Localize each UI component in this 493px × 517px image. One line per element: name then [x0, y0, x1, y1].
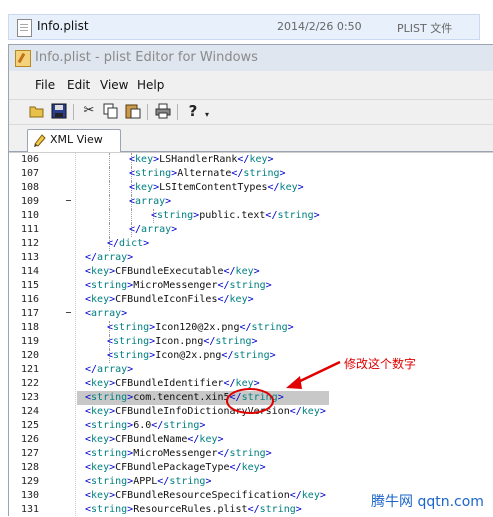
annotation-arrow [286, 360, 341, 389]
watermark: 腾牛网 qqtn.com [353, 488, 493, 512]
watermark-text: 腾牛网 qqtn.com [371, 494, 484, 510]
